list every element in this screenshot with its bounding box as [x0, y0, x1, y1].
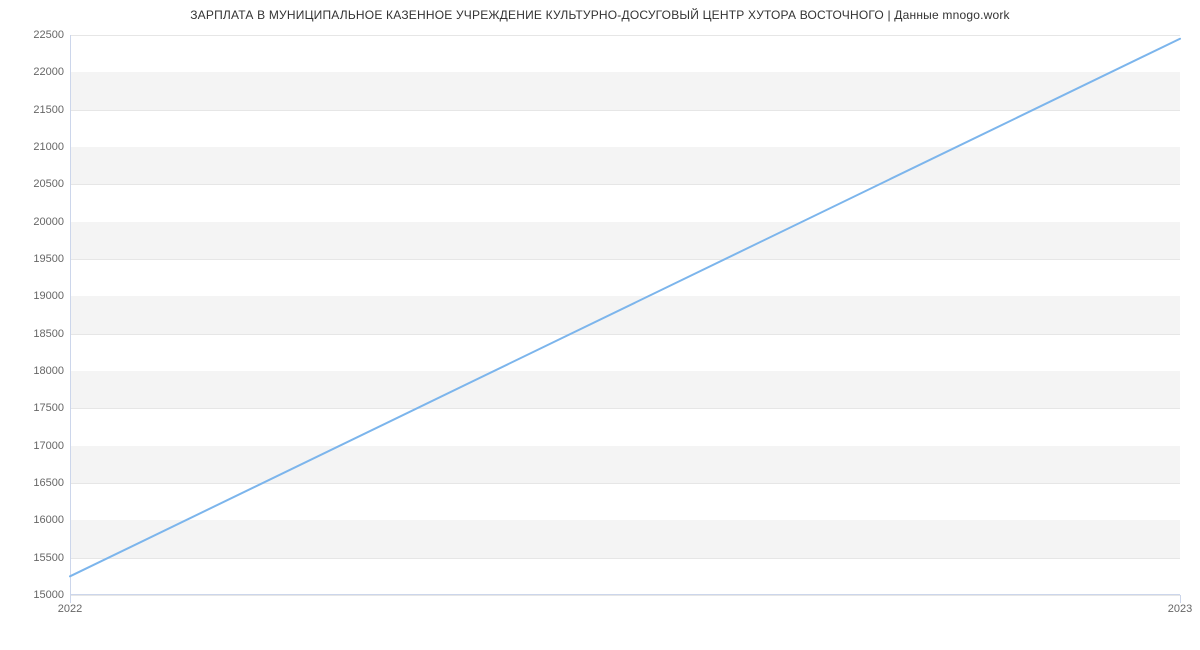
y-tick-label: 17500	[14, 402, 64, 414]
y-tick-label: 15000	[14, 589, 64, 601]
y-tick-label: 19000	[14, 290, 64, 302]
plot-inner: 1500015500160001650017000175001800018500…	[70, 35, 1180, 595]
y-tick-label: 16500	[14, 477, 64, 489]
y-tick-label: 18000	[14, 365, 64, 377]
y-tick-label: 17000	[14, 440, 64, 452]
grid-line	[70, 595, 1180, 596]
y-tick-label: 21500	[14, 104, 64, 116]
plot-area: 1500015500160001650017000175001800018500…	[70, 35, 1180, 595]
series-line	[70, 39, 1180, 577]
y-tick-label: 22000	[14, 66, 64, 78]
y-tick-label: 20500	[14, 178, 64, 190]
line-layer	[70, 35, 1180, 595]
y-tick-label: 15500	[14, 552, 64, 564]
y-tick-label: 20000	[14, 216, 64, 228]
y-tick-label: 22500	[14, 29, 64, 41]
chart-container: ЗАРПЛАТА В МУНИЦИПАЛЬНОЕ КАЗЕННОЕ УЧРЕЖД…	[0, 0, 1200, 650]
x-tick-mark	[70, 595, 71, 603]
x-tick-mark	[1180, 595, 1181, 603]
y-tick-label: 21000	[14, 141, 64, 153]
y-tick-label: 16000	[14, 514, 64, 526]
y-tick-label: 18500	[14, 328, 64, 340]
chart-title: ЗАРПЛАТА В МУНИЦИПАЛЬНОЕ КАЗЕННОЕ УЧРЕЖД…	[0, 8, 1200, 22]
x-tick-label: 2023	[1168, 603, 1192, 615]
x-tick-label: 2022	[58, 603, 82, 615]
y-tick-label: 19500	[14, 253, 64, 265]
